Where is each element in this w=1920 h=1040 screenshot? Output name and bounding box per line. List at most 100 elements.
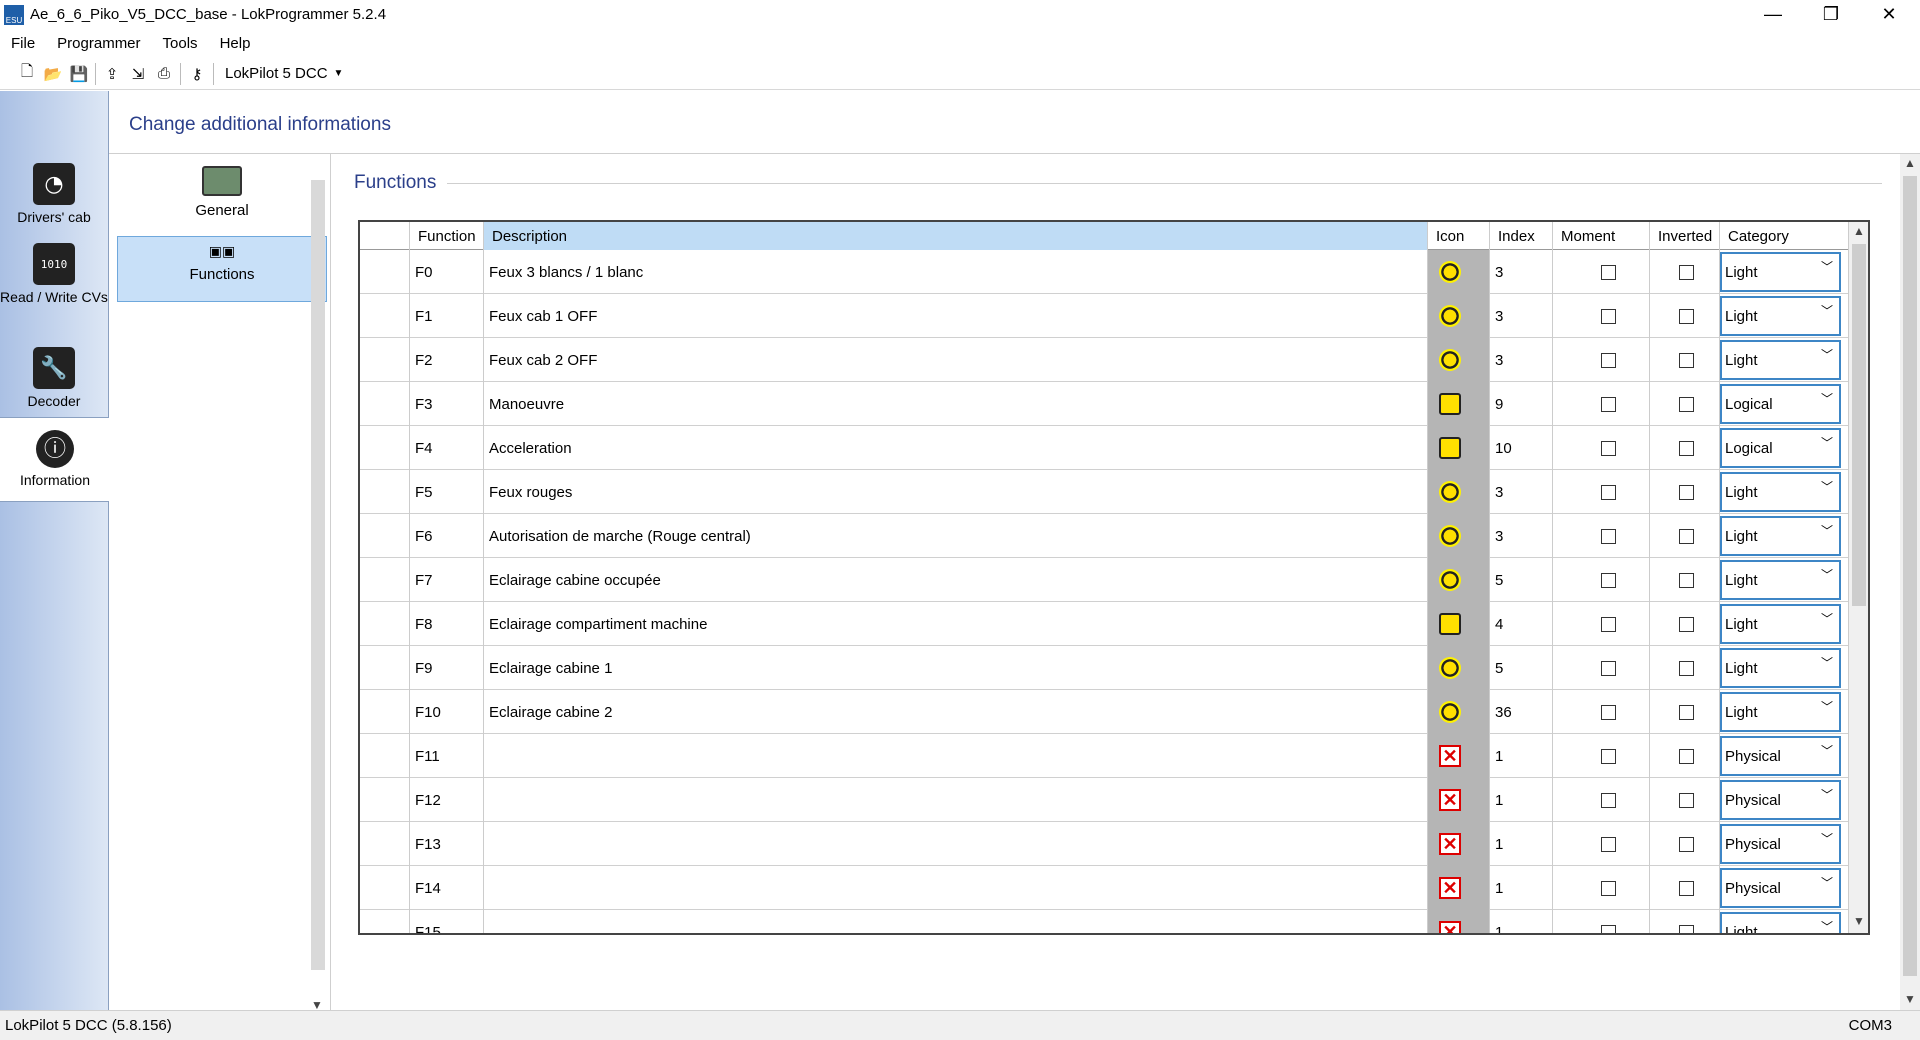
index-cell[interactable]: 3 xyxy=(1490,294,1553,338)
category-select[interactable]: Light ﹀ xyxy=(1720,516,1841,556)
table-row[interactable]: F0 Feux 3 blancs / 1 blanc 3 Light ﹀ xyxy=(360,250,1850,294)
chevron-down-icon[interactable]: ▼ xyxy=(1853,914,1865,928)
import-icon[interactable]: ⇪ xyxy=(99,61,125,87)
inverted-checkbox[interactable] xyxy=(1679,748,1694,764)
icon-cell[interactable]: ✕ xyxy=(1428,822,1490,866)
moment-checkbox[interactable] xyxy=(1601,660,1616,676)
icon-cell[interactable]: ✕ xyxy=(1428,778,1490,822)
nav-read-write-cvs[interactable]: 1010 Read / Write CVs xyxy=(0,243,108,306)
category-select[interactable]: Light ﹀ xyxy=(1720,340,1841,380)
row-selector[interactable] xyxy=(360,866,410,910)
key-icon[interactable]: ⚷ xyxy=(184,61,210,87)
export-icon[interactable]: ⇲ xyxy=(125,61,151,87)
icon-cell[interactable] xyxy=(1428,470,1490,514)
description-cell[interactable]: Eclairage cabine occupée xyxy=(484,558,1428,602)
header-description[interactable]: Description xyxy=(484,222,1428,250)
description-cell[interactable]: Eclairage cabine 1 xyxy=(484,646,1428,690)
category-select[interactable]: Logical ﹀ xyxy=(1720,428,1841,468)
index-cell[interactable]: 10 xyxy=(1490,426,1553,470)
inverted-checkbox[interactable] xyxy=(1679,616,1694,632)
description-cell[interactable]: Eclairage compartiment machine xyxy=(484,602,1428,646)
moment-checkbox[interactable] xyxy=(1601,352,1616,368)
moment-checkbox[interactable] xyxy=(1601,880,1616,896)
header-moment[interactable]: Moment xyxy=(1553,222,1650,250)
index-cell[interactable]: 3 xyxy=(1490,514,1553,558)
header-icon[interactable]: Icon xyxy=(1428,222,1490,250)
row-selector[interactable] xyxy=(360,426,410,470)
function-cell[interactable]: F12 xyxy=(410,778,484,822)
index-cell[interactable]: 5 xyxy=(1490,558,1553,602)
index-cell[interactable]: 1 xyxy=(1490,910,1553,933)
description-cell[interactable]: Feux cab 1 OFF xyxy=(484,294,1428,338)
save-icon[interactable]: 💾 xyxy=(66,61,92,87)
new-file-icon[interactable]: 🗋 xyxy=(14,61,40,87)
icon-cell[interactable] xyxy=(1428,558,1490,602)
function-cell[interactable]: F5 xyxy=(410,470,484,514)
inverted-checkbox[interactable] xyxy=(1679,484,1694,500)
moment-checkbox[interactable] xyxy=(1601,924,1616,933)
moment-checkbox[interactable] xyxy=(1601,440,1616,456)
row-selector[interactable] xyxy=(360,470,410,514)
function-cell[interactable]: F7 xyxy=(410,558,484,602)
index-cell[interactable]: 3 xyxy=(1490,250,1553,294)
nav-drivers-cab[interactable]: ◔ Drivers' cab xyxy=(0,163,108,226)
moment-checkbox[interactable] xyxy=(1601,264,1616,280)
inverted-checkbox[interactable] xyxy=(1679,396,1694,412)
table-row[interactable]: F14 ✕ 1 Physical ﹀ xyxy=(360,866,1850,910)
subnav-scroll-thumb[interactable] xyxy=(311,180,325,970)
icon-cell[interactable] xyxy=(1428,690,1490,734)
row-selector[interactable] xyxy=(360,250,410,294)
table-row[interactable]: F8 Eclairage compartiment machine 4 Light ﹀ xyxy=(360,602,1850,646)
function-cell[interactable]: F3 xyxy=(410,382,484,426)
inverted-checkbox[interactable] xyxy=(1679,792,1694,808)
table-row[interactable]: F3 Manoeuvre 9 Logical ﹀ xyxy=(360,382,1850,426)
moment-checkbox[interactable] xyxy=(1601,836,1616,852)
index-cell[interactable]: 1 xyxy=(1490,778,1553,822)
chevron-down-icon[interactable]: ▼ xyxy=(1904,992,1916,1006)
function-cell[interactable]: F2 xyxy=(410,338,484,382)
subnav-scrollbar[interactable]: ▼ xyxy=(307,180,325,1012)
moment-checkbox[interactable] xyxy=(1601,792,1616,808)
nav-information[interactable]: ⓘ Information xyxy=(0,417,110,502)
chevron-up-icon[interactable]: ▲ xyxy=(1904,156,1916,170)
description-cell[interactable]: Autorisation de marche (Rouge central) xyxy=(484,514,1428,558)
icon-cell[interactable] xyxy=(1428,250,1490,294)
table-scroll-thumb[interactable] xyxy=(1852,244,1866,606)
function-cell[interactable]: F6 xyxy=(410,514,484,558)
category-select[interactable]: Physical ﹀ xyxy=(1720,780,1841,820)
moment-checkbox[interactable] xyxy=(1601,704,1616,720)
category-select[interactable]: Light ﹀ xyxy=(1720,604,1841,644)
category-select[interactable]: Light ﹀ xyxy=(1720,648,1841,688)
header-function[interactable]: Function xyxy=(410,222,484,250)
function-cell[interactable]: F0 xyxy=(410,250,484,294)
category-select[interactable]: Physical ﹀ xyxy=(1720,868,1841,908)
inverted-checkbox[interactable] xyxy=(1679,836,1694,852)
icon-cell[interactable] xyxy=(1428,338,1490,382)
category-select[interactable]: Light ﹀ xyxy=(1720,560,1841,600)
table-scrollbar[interactable]: ▲ ▼ xyxy=(1848,222,1868,933)
function-cell[interactable]: F11 xyxy=(410,734,484,778)
index-cell[interactable]: 5 xyxy=(1490,646,1553,690)
inverted-checkbox[interactable] xyxy=(1679,880,1694,896)
chevron-up-icon[interactable]: ▲ xyxy=(1853,224,1865,238)
category-select[interactable]: Light ﹀ xyxy=(1720,472,1841,512)
subnav-functions[interactable]: ▣▣ Functions xyxy=(117,236,327,302)
inverted-checkbox[interactable] xyxy=(1679,704,1694,720)
nav-decoder[interactable]: 🔧 Decoder xyxy=(0,347,108,410)
icon-cell[interactable] xyxy=(1428,426,1490,470)
function-cell[interactable]: F4 xyxy=(410,426,484,470)
table-row[interactable]: F4 Acceleration 10 Logical ﹀ xyxy=(360,426,1850,470)
moment-checkbox[interactable] xyxy=(1601,572,1616,588)
menu-help[interactable]: Help xyxy=(209,35,262,52)
index-cell[interactable]: 3 xyxy=(1490,470,1553,514)
table-row[interactable]: F2 Feux cab 2 OFF 3 Light ﹀ xyxy=(360,338,1850,382)
description-cell[interactable]: Acceleration xyxy=(484,426,1428,470)
row-selector[interactable] xyxy=(360,338,410,382)
moment-checkbox[interactable] xyxy=(1601,308,1616,324)
row-selector[interactable] xyxy=(360,822,410,866)
inverted-checkbox[interactable] xyxy=(1679,264,1694,280)
inverted-checkbox[interactable] xyxy=(1679,572,1694,588)
menu-programmer[interactable]: Programmer xyxy=(46,35,151,52)
subnav-general[interactable]: General xyxy=(117,166,327,222)
table-row[interactable]: F1 Feux cab 1 OFF 3 Light ﹀ xyxy=(360,294,1850,338)
